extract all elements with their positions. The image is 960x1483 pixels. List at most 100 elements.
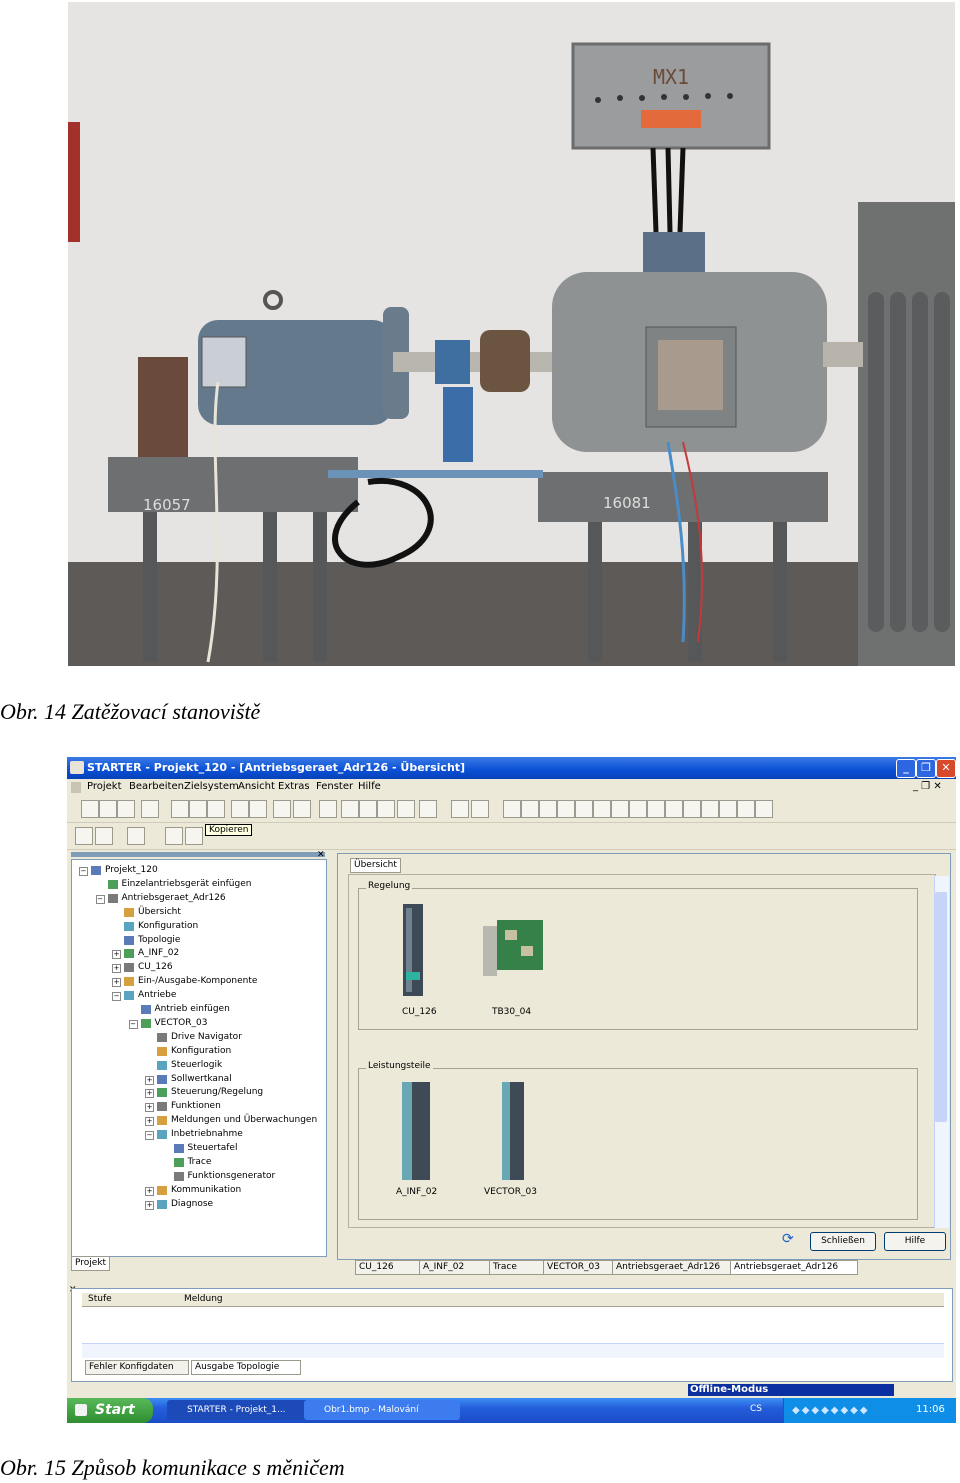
tree-expander[interactable]: − bbox=[145, 1131, 154, 1141]
menu-hilfe[interactable]: Hilfe bbox=[358, 781, 381, 792]
window-tab[interactable]: Antriebsgeraet_Adr126 bbox=[730, 1260, 858, 1275]
toolbar-button[interactable] bbox=[341, 800, 359, 818]
toolbar-button[interactable] bbox=[377, 800, 395, 818]
tree-node-label[interactable]: Sollwertkanal bbox=[171, 1074, 232, 1085]
bottom-tab[interactable]: Fehler Konfigdaten bbox=[85, 1360, 189, 1375]
tree-expander[interactable]: + bbox=[112, 978, 121, 988]
tree-node-label[interactable]: Diagnose bbox=[171, 1199, 213, 1210]
toolbar-button[interactable] bbox=[171, 800, 189, 818]
toolbar-button[interactable] bbox=[719, 800, 737, 818]
tree-node-label[interactable]: Übersicht bbox=[138, 907, 181, 918]
schliessen-button[interactable]: Schließen bbox=[810, 1232, 876, 1251]
toolbar-button[interactable] bbox=[521, 800, 539, 818]
tree-expander[interactable]: + bbox=[112, 950, 121, 960]
toolbar-button[interactable] bbox=[683, 800, 701, 818]
tree-expander[interactable]: + bbox=[145, 1186, 154, 1196]
ainf02-unit-icon[interactable] bbox=[398, 1080, 434, 1184]
toolbar-button[interactable] bbox=[165, 827, 183, 845]
menu-extras[interactable]: Extras bbox=[278, 781, 310, 792]
tree-node-label[interactable]: Trace bbox=[188, 1157, 212, 1168]
menu-fenster[interactable]: Fenster bbox=[316, 781, 353, 792]
tree-node-label[interactable]: A_INF_02 bbox=[138, 948, 179, 959]
tree-expander[interactable]: − bbox=[112, 992, 121, 1002]
close-icon[interactable]: ✕ bbox=[936, 759, 956, 778]
tb30-unit-icon[interactable] bbox=[481, 918, 547, 980]
toolbar-button[interactable] bbox=[359, 800, 377, 818]
toolbar-button[interactable] bbox=[611, 800, 629, 818]
toolbar-button[interactable] bbox=[737, 800, 755, 818]
menu-bearbeiten[interactable]: Bearbeiten bbox=[129, 781, 184, 792]
toolbar-button[interactable] bbox=[99, 800, 117, 818]
window-tab[interactable]: Trace bbox=[489, 1260, 547, 1275]
tree-node-label[interactable]: Topologie bbox=[138, 935, 180, 946]
toolbar-button[interactable] bbox=[575, 800, 593, 818]
cu126-unit-icon[interactable] bbox=[398, 902, 428, 1002]
toolbar-button[interactable] bbox=[397, 800, 415, 818]
lang-indicator[interactable]: CS bbox=[750, 1404, 762, 1414]
toolbar-button[interactable] bbox=[665, 800, 683, 818]
toolbar-button[interactable] bbox=[647, 800, 665, 818]
menu-projekt[interactable]: Projekt bbox=[87, 781, 122, 792]
tree-expander[interactable]: + bbox=[145, 1089, 154, 1099]
tab-uebersicht[interactable]: Übersicht bbox=[350, 858, 401, 873]
toolbar-button[interactable] bbox=[419, 800, 437, 818]
tree-expander[interactable]: + bbox=[145, 1117, 154, 1127]
toolbar-button[interactable] bbox=[231, 800, 249, 818]
toolbar-button[interactable] bbox=[249, 800, 267, 818]
tree-expander[interactable]: + bbox=[145, 1075, 154, 1085]
tree-node-label[interactable]: Ein-/Ausgabe-Komponente bbox=[138, 976, 257, 987]
tree-expander[interactable]: + bbox=[112, 964, 121, 974]
toolbar-button[interactable] bbox=[185, 827, 203, 845]
bottom-tab[interactable]: Ausgabe Topologie bbox=[191, 1360, 301, 1375]
tree-node-label[interactable]: Antriebe bbox=[138, 990, 176, 1001]
tree-node-label[interactable]: Steuerung/Regelung bbox=[171, 1087, 263, 1098]
toolbar-button[interactable] bbox=[319, 800, 337, 818]
hilfe-button[interactable]: Hilfe bbox=[884, 1232, 946, 1251]
vector03-unit-icon[interactable] bbox=[498, 1080, 528, 1184]
toolbar-button[interactable] bbox=[117, 800, 135, 818]
tree-node-label[interactable]: Antriebsgeraet_Adr126 bbox=[122, 893, 226, 904]
tree-node-label[interactable]: Projekt_120 bbox=[105, 865, 158, 876]
tree-node-label[interactable]: Konfiguration bbox=[138, 921, 198, 932]
tree-expander[interactable]: − bbox=[95, 894, 105, 904]
tree-node-label[interactable]: Einzelantriebsgerät einfügen bbox=[122, 879, 252, 890]
col-meldung[interactable]: Meldung bbox=[184, 1294, 223, 1304]
window-titlebar[interactable]: STARTER - Projekt_120 - [Antriebsgeraet_… bbox=[67, 757, 956, 779]
tray-icons[interactable]: ◆◆◆◆◆◆◆◆ bbox=[792, 1405, 870, 1416]
tree-node-label[interactable]: Steuerlogik bbox=[171, 1060, 222, 1071]
tree-node-label[interactable]: VECTOR_03 bbox=[155, 1018, 208, 1029]
window-tab[interactable]: Antriebsgeraet_Adr126 bbox=[612, 1260, 734, 1275]
toolbar-button[interactable] bbox=[593, 800, 611, 818]
tree-node-label[interactable]: Drive Navigator bbox=[171, 1032, 242, 1043]
window-tab[interactable]: CU_126 bbox=[355, 1260, 423, 1275]
maximize-icon[interactable]: ❐ bbox=[916, 759, 936, 778]
tree-node-label[interactable]: Meldungen und Überwachungen bbox=[171, 1115, 317, 1126]
toolbar-button[interactable] bbox=[451, 800, 469, 818]
tree-expander[interactable]: − bbox=[128, 1019, 138, 1029]
toolbar-button[interactable] bbox=[701, 800, 719, 818]
window-tab[interactable]: VECTOR_03 bbox=[543, 1260, 617, 1275]
mdi-controls-icon[interactable]: _ ❐ ✕ bbox=[913, 781, 942, 792]
tree-node-label[interactable]: Funktionsgenerator bbox=[188, 1171, 276, 1182]
col-stufe[interactable]: Stufe bbox=[88, 1294, 112, 1304]
task-paint[interactable]: Obr1.bmp - Malování bbox=[304, 1400, 460, 1420]
tree-node-label[interactable]: Konfiguration bbox=[171, 1046, 231, 1057]
tree-expander[interactable]: − bbox=[79, 867, 88, 876]
tree-node-label[interactable]: Inbetriebnahme bbox=[171, 1129, 243, 1140]
refresh-icon[interactable]: ⟳ bbox=[782, 1231, 798, 1247]
toolbar-button[interactable] bbox=[141, 800, 159, 818]
toolbar-button[interactable] bbox=[539, 800, 557, 818]
toolbar-button[interactable] bbox=[189, 800, 207, 818]
tree-node-label[interactable]: Funktionen bbox=[171, 1101, 221, 1112]
toolbar-button[interactable] bbox=[75, 827, 93, 845]
toolbar-button[interactable] bbox=[207, 800, 225, 818]
toolbar-button[interactable] bbox=[293, 800, 311, 818]
tree-expander[interactable]: + bbox=[145, 1200, 154, 1210]
tab-projekt[interactable]: Projekt bbox=[71, 1256, 111, 1271]
toolbar-button[interactable] bbox=[273, 800, 291, 818]
toolbar-button[interactable] bbox=[95, 827, 113, 845]
window-tab[interactable]: A_INF_02 bbox=[419, 1260, 493, 1275]
overview-scroll-thumb[interactable] bbox=[935, 892, 947, 1122]
tree-expander[interactable]: + bbox=[145, 1103, 154, 1113]
toolbar-button[interactable] bbox=[471, 800, 489, 818]
